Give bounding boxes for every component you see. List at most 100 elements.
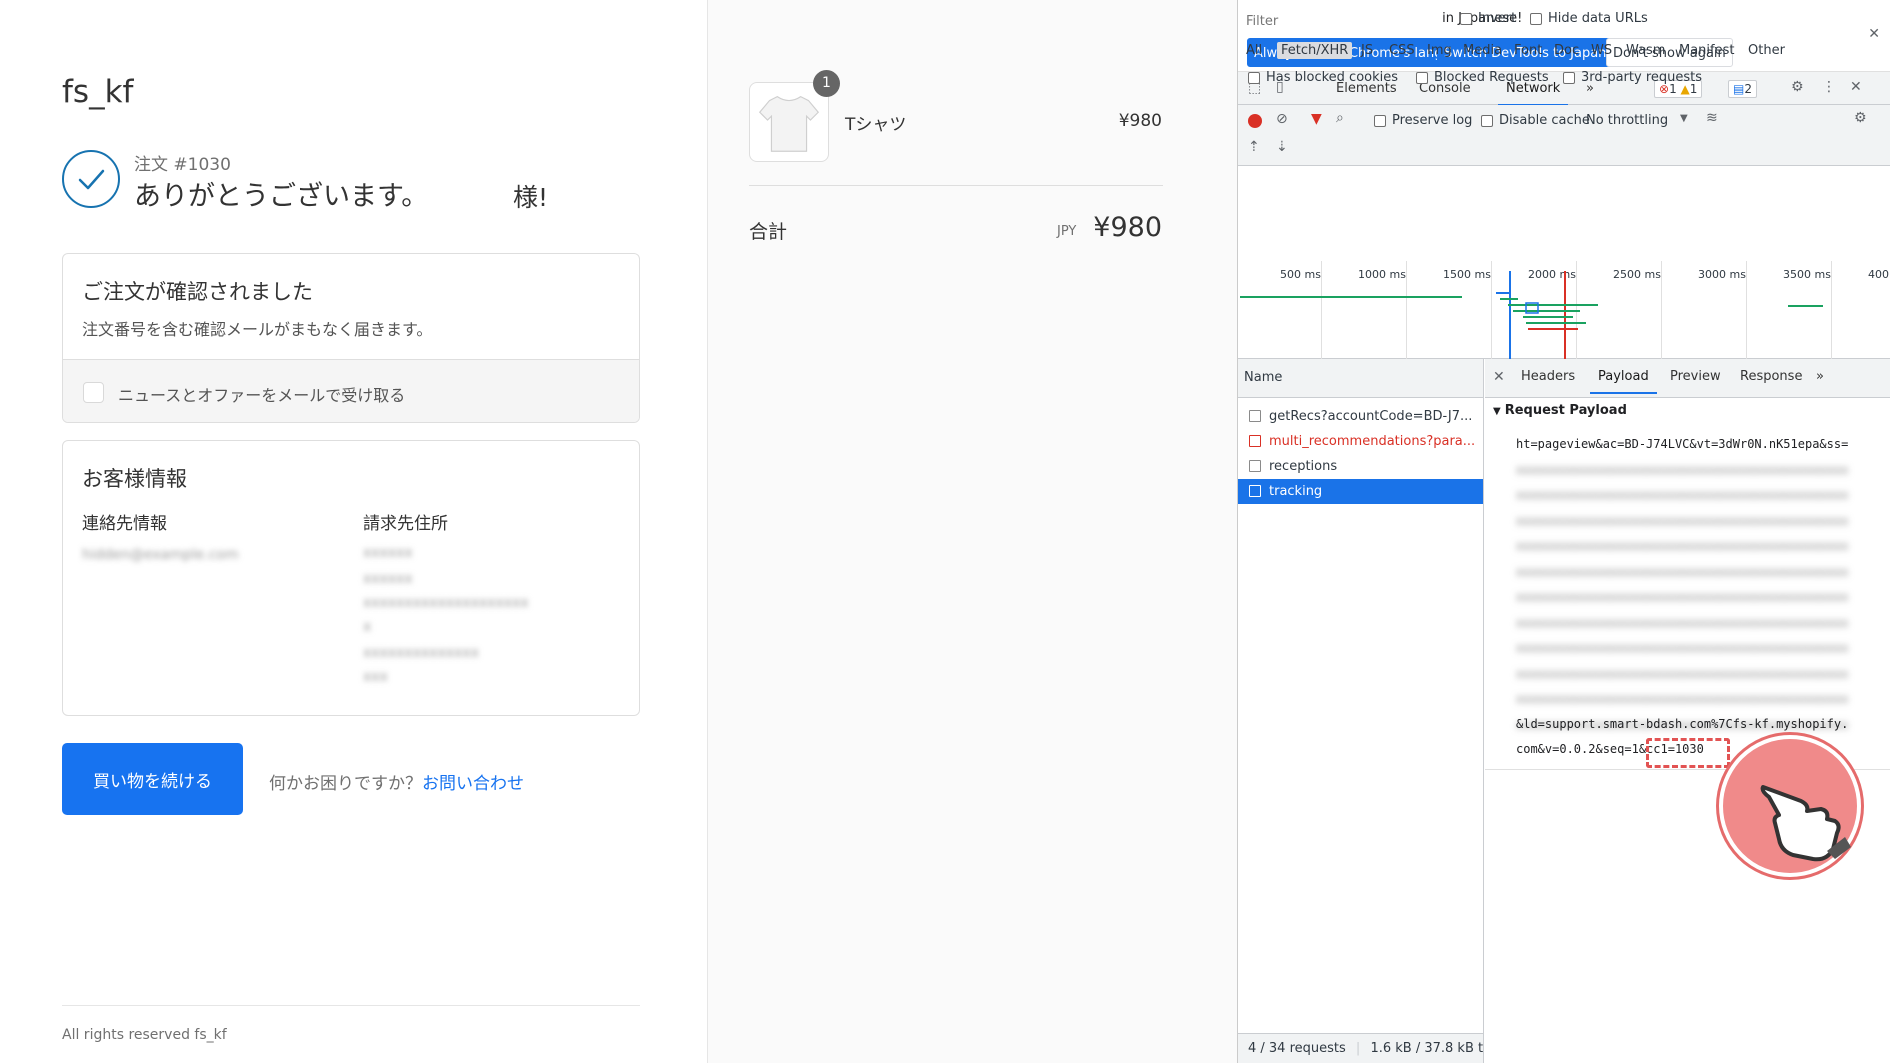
request-name: multi_recommendations?para... bbox=[1269, 434, 1476, 449]
item-price: ¥980 bbox=[1118, 111, 1162, 131]
type-fetch-xhr[interactable]: Fetch/XHR bbox=[1277, 42, 1353, 59]
continue-shopping-button[interactable]: 買い物を続ける bbox=[62, 743, 243, 815]
chevron-down-icon[interactable]: ▼ bbox=[1680, 113, 1688, 124]
preserve-log-checkbox[interactable] bbox=[1374, 115, 1386, 127]
hide-data-urls-checkbox[interactable] bbox=[1530, 13, 1542, 25]
store-name[interactable]: fs_kf bbox=[62, 74, 133, 110]
messages-badge[interactable]: ▤2 bbox=[1728, 80, 1757, 98]
contact-heading: 連絡先情報 bbox=[82, 514, 167, 534]
payload-line-blurred: xxxxxxxxxxxxxxxxxxxxxxxxxxxxxxxxxxxxxxxx… bbox=[1516, 463, 1849, 477]
network-toolbar: ⊘ ▼ ⌕ Preserve log Disable cache No thro… bbox=[1238, 105, 1890, 166]
blocked-cookies-label[interactable]: Has blocked cookies bbox=[1266, 70, 1398, 85]
network-timeline[interactable]: 500 ms 1000 ms 1500 ms 2000 ms 2500 ms 3… bbox=[1238, 261, 1890, 359]
type-ws[interactable]: WS bbox=[1591, 43, 1612, 58]
footer-divider bbox=[62, 1005, 640, 1006]
type-img[interactable]: Img bbox=[1427, 43, 1452, 58]
request-name: getRecs?accountCode=BD-J7... bbox=[1269, 409, 1473, 424]
type-manifest[interactable]: Manifest bbox=[1679, 43, 1734, 58]
tab-headers[interactable]: Headers bbox=[1521, 369, 1575, 384]
disable-cache-label[interactable]: Disable cache bbox=[1499, 113, 1590, 128]
request-row[interactable]: receptions bbox=[1238, 454, 1483, 479]
type-font[interactable]: Font bbox=[1514, 43, 1542, 58]
payload-line-blurred: xxxxxxxxxxxxxxxxxxxxxxxxxxxxxxxxxxxxxxxx… bbox=[1516, 488, 1849, 502]
tab-response[interactable]: Response bbox=[1740, 369, 1802, 384]
contact-link[interactable]: お問い合わせ bbox=[422, 774, 524, 794]
close-icon[interactable]: ✕ bbox=[1868, 26, 1880, 42]
request-payload-section[interactable]: ▼ Request Payload bbox=[1493, 403, 1627, 418]
customer-info-title: お客様情報 bbox=[82, 467, 187, 491]
export-har-icon[interactable]: ⇣ bbox=[1276, 139, 1288, 155]
message-count: 2 bbox=[1744, 82, 1752, 96]
blocked-cookies-checkbox[interactable] bbox=[1248, 72, 1260, 84]
more-options-icon[interactable]: ⋮ bbox=[1822, 79, 1836, 95]
name-column-header[interactable]: Name bbox=[1238, 359, 1483, 398]
billing-heading: 請求先住所 bbox=[363, 514, 448, 534]
payload-line-blurred: xxxxxxxxxxxxxxxxxxxxxxxxxxxxxxxxxxxxxxxx… bbox=[1516, 641, 1849, 655]
close-detail-icon[interactable]: ✕ bbox=[1493, 369, 1505, 385]
blocked-requests-label[interactable]: Blocked Requests bbox=[1434, 70, 1549, 85]
request-row-selected[interactable]: tracking bbox=[1238, 479, 1483, 504]
invert-checkbox[interactable] bbox=[1460, 13, 1472, 25]
check-circle-icon bbox=[62, 150, 120, 208]
import-har-icon[interactable]: ⇡ bbox=[1248, 139, 1260, 155]
third-party-label[interactable]: 3rd-party requests bbox=[1581, 70, 1702, 85]
total-value: ¥980 bbox=[1093, 212, 1162, 243]
tab-payload[interactable]: Payload bbox=[1590, 369, 1657, 394]
payload-line-blurred: xxxxxxxxxxxxxxxxxxxxxxxxxxxxxxxxxxxxxxxx… bbox=[1516, 616, 1849, 630]
type-other[interactable]: Other bbox=[1748, 43, 1785, 58]
message-icon: ▤ bbox=[1733, 82, 1745, 96]
close-devtools-icon[interactable]: ✕ bbox=[1850, 79, 1862, 95]
filter-input[interactable] bbox=[1242, 10, 1442, 32]
request-name: receptions bbox=[1269, 459, 1338, 474]
type-media[interactable]: Media bbox=[1463, 43, 1502, 58]
checkout-main: fs_kf 注文 #1030 ありがとうございます。 様! ご注文が確認されまし… bbox=[0, 0, 707, 1063]
blocked-requests-checkbox[interactable] bbox=[1416, 72, 1428, 84]
newsletter-row[interactable]: ニュースとオファーをメールで受け取る bbox=[63, 359, 639, 422]
third-party-checkbox[interactable] bbox=[1563, 72, 1575, 84]
total-label: 合計 bbox=[749, 221, 788, 243]
hide-data-urls-label[interactable]: Hide data URLs bbox=[1548, 11, 1648, 26]
xhr-icon bbox=[1249, 460, 1261, 472]
newsletter-label[interactable]: ニュースとオファーをメールで受け取る bbox=[118, 382, 405, 406]
item-name: Tシャツ bbox=[845, 115, 907, 135]
search-icon[interactable]: ⌕ bbox=[1336, 110, 1344, 126]
network-settings-gear-icon[interactable]: ⚙ bbox=[1854, 110, 1867, 126]
request-row[interactable]: multi_recommendations?para... bbox=[1238, 429, 1483, 454]
tab-preview[interactable]: Preview bbox=[1670, 369, 1721, 384]
type-doc[interactable]: Doc bbox=[1554, 43, 1579, 58]
network-conditions-icon[interactable]: ≋ bbox=[1706, 110, 1718, 126]
more-detail-tabs-icon[interactable]: » bbox=[1816, 369, 1824, 384]
clear-icon[interactable]: ⊘ bbox=[1276, 111, 1288, 127]
throttling-select[interactable]: No throttling bbox=[1586, 113, 1668, 128]
newsletter-checkbox[interactable] bbox=[83, 382, 104, 403]
billing-line: x bbox=[363, 619, 372, 635]
quantity-badge: 1 bbox=[813, 70, 840, 97]
preserve-log-label[interactable]: Preserve log bbox=[1392, 113, 1472, 128]
contact-value: hidden@example.com bbox=[82, 547, 239, 563]
record-icon[interactable] bbox=[1248, 114, 1262, 128]
disable-cache-checkbox[interactable] bbox=[1481, 115, 1493, 127]
type-all[interactable]: All bbox=[1246, 43, 1262, 58]
billing-line: xxxxxxxxxxxxxxxxxxxx bbox=[363, 595, 529, 611]
request-payload-title: Request Payload bbox=[1504, 403, 1627, 418]
transfer-size: 1.6 kB / 37.8 kB t bbox=[1370, 1041, 1484, 1056]
gear-icon[interactable]: ⚙ bbox=[1791, 79, 1804, 95]
requests-count: 4 / 34 requests bbox=[1248, 1041, 1346, 1056]
request-row[interactable]: getRecs?accountCode=BD-J7... bbox=[1238, 404, 1483, 429]
filter-icon[interactable]: ▼ bbox=[1311, 111, 1322, 127]
tshirt-icon bbox=[758, 95, 820, 152]
payload-line-blurred: xxxxxxxxxxxxxxxxxxxxxxxxxxxxxxxxxxxxxxxx… bbox=[1516, 539, 1849, 553]
type-js[interactable]: JS bbox=[1361, 43, 1373, 58]
help-text: 何かお困りですか？お問い合わせ bbox=[269, 769, 524, 794]
billing-line: xxx bbox=[363, 669, 388, 685]
type-wasm[interactable]: Wasm bbox=[1626, 43, 1665, 58]
type-css[interactable]: CSS bbox=[1389, 43, 1415, 58]
confirm-title: ご注文が確認されました bbox=[82, 280, 313, 304]
highlight-annotation bbox=[1646, 738, 1730, 768]
detail-tabbar: ✕ Headers Payload Preview Response » bbox=[1485, 359, 1890, 398]
status-separator: | bbox=[1355, 1041, 1361, 1056]
total-currency: JPY bbox=[1057, 224, 1077, 239]
xhr-icon bbox=[1249, 435, 1261, 447]
timeline-waterfall bbox=[1240, 271, 1823, 359]
invert-label[interactable]: Invert bbox=[1478, 11, 1516, 26]
